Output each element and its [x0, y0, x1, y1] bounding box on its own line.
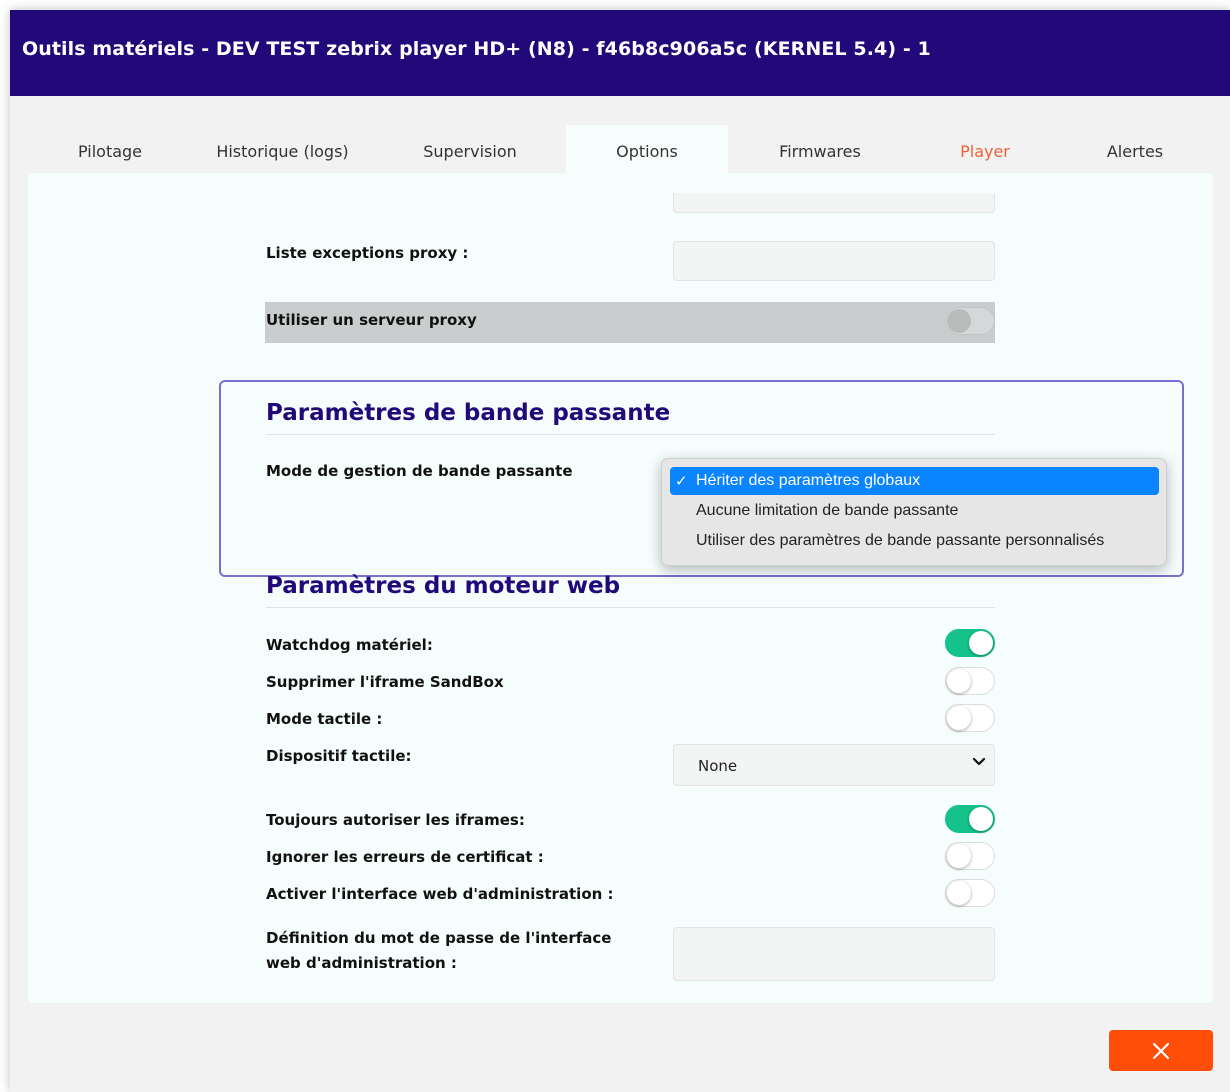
toggle-knob — [969, 807, 993, 831]
bandwidth-mode-label: Mode de gestion de bande passante — [266, 462, 573, 480]
iframes-label: Toujours autoriser les iframes: — [266, 811, 525, 829]
toggle-knob — [969, 631, 993, 655]
sandbox-label: Supprimer l'iframe SandBox — [266, 673, 504, 691]
web-engine-section-title: Paramètres du moteur web — [266, 573, 621, 599]
bandwidth-section-title: Paramètres de bande passante — [266, 400, 671, 426]
tab-label: Pilotage — [77, 142, 143, 161]
tab-label: Player — [960, 142, 1010, 161]
admin-ui-label: Activer l'interface web d'administration… — [266, 885, 614, 903]
iframes-toggle[interactable] — [945, 805, 995, 833]
cert-errors-label: Ignorer les erreurs de certificat : — [266, 848, 544, 866]
bandwidth-mode-dropdown[interactable]: ✓ Hériter des paramètres globaux Aucune … — [661, 458, 1167, 566]
toggle-knob — [947, 706, 971, 730]
watchdog-toggle[interactable] — [945, 629, 995, 657]
tab-label: Historique (logs) — [216, 142, 349, 161]
section-divider — [266, 607, 995, 608]
close-icon — [1152, 1042, 1170, 1059]
toggle-knob — [947, 844, 971, 868]
touch-mode-label: Mode tactile : — [266, 710, 383, 728]
options-panel — [28, 173, 1213, 1003]
tab-label: Alertes — [1106, 142, 1164, 161]
admin-password-input[interactable] — [673, 927, 995, 981]
touch-device-select[interactable]: None — [673, 744, 995, 786]
option-label: Utiliser des paramètres de bande passant… — [696, 532, 1105, 549]
modal-title: Outils matériels - DEV TEST zebrix playe… — [22, 38, 931, 60]
tab-label: Supervision — [423, 142, 517, 161]
use-proxy-label: Utiliser un serveur proxy — [266, 311, 477, 329]
touch-device-value: None — [698, 757, 738, 775]
cert-errors-toggle[interactable] — [945, 842, 995, 870]
bandwidth-option-custom[interactable]: Utiliser des paramètres de bande passant… — [670, 527, 1159, 555]
use-proxy-row: Utiliser un serveur proxy — [265, 302, 995, 343]
tab-label: Options — [616, 142, 678, 161]
proxy-exceptions-input[interactable] — [673, 241, 995, 281]
admin-ui-toggle[interactable] — [945, 879, 995, 907]
option-label: Hériter des paramètres globaux — [696, 472, 921, 489]
modal-header: Outils matériels - DEV TEST zebrix playe… — [10, 10, 1230, 96]
touch-mode-toggle[interactable] — [945, 704, 995, 732]
toggle-knob — [947, 309, 971, 333]
sandbox-toggle[interactable] — [945, 667, 995, 695]
close-button[interactable] — [1109, 1030, 1213, 1071]
option-label: Aucune limitation de bande passante — [696, 502, 959, 519]
bandwidth-option-unlimited[interactable]: Aucune limitation de bande passante — [670, 497, 1159, 525]
toggle-knob — [947, 881, 971, 905]
admin-password-label-line2: web d'administration : — [266, 954, 457, 972]
tab-label: Firmwares — [779, 142, 861, 161]
section-divider — [266, 434, 995, 435]
checkmark-icon: ✓ — [675, 473, 688, 490]
watchdog-label: Watchdog matériel: — [266, 636, 433, 654]
chevron-down-icon — [972, 757, 986, 766]
touch-device-label: Dispositif tactile: — [266, 747, 412, 765]
hardware-tools-modal: Outils matériels - DEV TEST zebrix playe… — [10, 10, 1230, 1092]
toggle-knob — [947, 669, 971, 693]
bandwidth-option-inherit[interactable]: ✓ Hériter des paramètres globaux — [670, 467, 1159, 495]
proxy-exceptions-label: Liste exceptions proxy : — [266, 244, 469, 262]
use-proxy-toggle[interactable] — [945, 307, 995, 335]
admin-password-label-line1: Définition du mot de passe de l'interfac… — [266, 929, 612, 947]
